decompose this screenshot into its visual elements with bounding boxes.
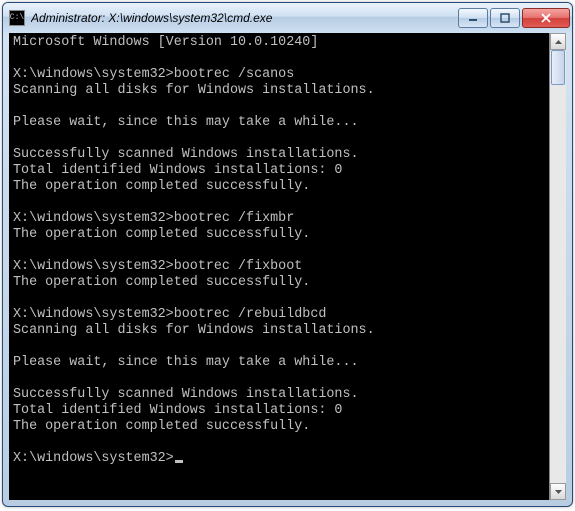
scroll-up-button[interactable] — [550, 33, 566, 50]
cmd-window: C:\ Administrator: X:\windows\system32\c… — [2, 2, 573, 507]
minimize-button[interactable] — [458, 8, 488, 28]
close-icon — [540, 13, 552, 23]
terminal-line — [13, 99, 545, 115]
terminal-line: X:\windows\system32>bootrec /fixmbr — [13, 211, 545, 227]
chevron-down-icon — [555, 490, 562, 494]
close-button[interactable] — [522, 8, 570, 28]
vertical-scrollbar[interactable] — [549, 33, 566, 500]
terminal-line: Successfully scanned Windows installatio… — [13, 147, 545, 163]
titlebar[interactable]: C:\ Administrator: X:\windows\system32\c… — [3, 3, 572, 33]
terminal-line: Total identified Windows installations: … — [13, 163, 545, 179]
terminal-line: Microsoft Windows [Version 10.0.10240] — [13, 35, 545, 51]
terminal-line — [13, 243, 545, 259]
terminal-line — [13, 291, 545, 307]
minimize-icon — [468, 13, 478, 23]
cursor — [175, 460, 183, 463]
scroll-track[interactable] — [550, 50, 566, 483]
maximize-button[interactable] — [490, 8, 520, 28]
terminal-line: Scanning all disks for Windows installat… — [13, 83, 545, 99]
terminal-line: The operation completed successfully. — [13, 227, 545, 243]
window-title: Administrator: X:\windows\system32\cmd.e… — [31, 11, 456, 25]
terminal-line — [13, 131, 545, 147]
cmd-icon: C:\ — [9, 10, 25, 26]
terminal-line: Scanning all disks for Windows installat… — [13, 323, 545, 339]
terminal-line: The operation completed successfully. — [13, 419, 545, 435]
terminal-line — [13, 339, 545, 355]
terminal-line: X:\windows\system32>bootrec /rebuildbcd — [13, 307, 545, 323]
terminal-line — [13, 435, 545, 451]
terminal-line: The operation completed successfully. — [13, 179, 545, 195]
client-area: Microsoft Windows [Version 10.0.10240] X:… — [9, 33, 566, 500]
scroll-down-button[interactable] — [550, 483, 566, 500]
terminal-output[interactable]: Microsoft Windows [Version 10.0.10240] X:… — [9, 33, 549, 500]
scroll-thumb[interactable] — [551, 50, 565, 85]
terminal-line: The operation completed successfully. — [13, 275, 545, 291]
maximize-icon — [500, 13, 510, 23]
terminal-line: Please wait, since this may take a while… — [13, 115, 545, 131]
window-controls — [456, 8, 570, 28]
terminal-line: Please wait, since this may take a while… — [13, 355, 545, 371]
chevron-up-icon — [555, 40, 562, 44]
terminal-prompt-line[interactable]: X:\windows\system32> — [13, 451, 545, 467]
terminal-line: X:\windows\system32>bootrec /scanos — [13, 67, 545, 83]
terminal-line — [13, 195, 545, 211]
prompt-text: X:\windows\system32> — [13, 451, 174, 466]
terminal-line: Successfully scanned Windows installatio… — [13, 387, 545, 403]
terminal-line — [13, 51, 545, 67]
terminal-line — [13, 371, 545, 387]
terminal-line: Total identified Windows installations: … — [13, 403, 545, 419]
terminal-line: X:\windows\system32>bootrec /fixboot — [13, 259, 545, 275]
